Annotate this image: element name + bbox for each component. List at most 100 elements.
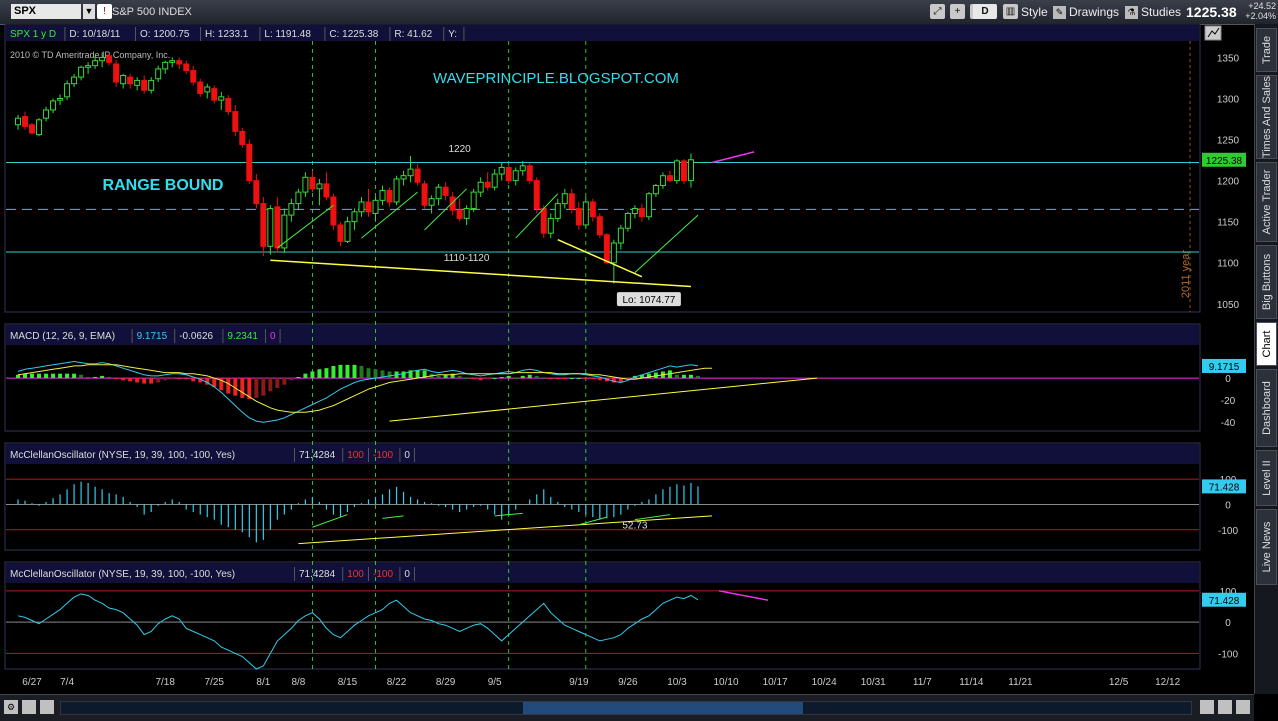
header-separator	[368, 448, 369, 462]
scroll-right-icon[interactable]	[40, 700, 54, 714]
candle-body	[15, 117, 21, 126]
macd-histogram-bar	[142, 378, 147, 384]
candle-body	[547, 217, 554, 234]
candle-body	[120, 74, 127, 85]
candle-body	[239, 130, 246, 145]
header-separator	[399, 448, 401, 462]
macd-header: MACD (12, 26, 9, EMA) 9.1715 -0.0626 9.2341…	[10, 329, 281, 343]
alert-icon[interactable]: !	[97, 4, 112, 19]
macd-histogram-bar	[177, 378, 182, 380]
style-button[interactable]: Style	[1021, 4, 1048, 20]
zoom-out-bottom-icon[interactable]	[1200, 700, 1214, 714]
macd-histogram-bar	[331, 365, 336, 379]
header-field-3: -100	[373, 450, 393, 461]
studies-button[interactable]: ⚗ Studies	[1125, 4, 1181, 20]
candle-body	[631, 208, 638, 214]
net-change: +24.52	[1248, 1, 1276, 11]
x-tick-label: 6/27	[22, 677, 42, 688]
candle-body	[225, 97, 232, 113]
macd-histogram-bar	[520, 375, 525, 379]
y-tick-label: -100	[1218, 526, 1238, 537]
zoom-in-bottom-icon[interactable]	[1218, 700, 1232, 714]
macd-histogram-bar	[275, 378, 280, 388]
side-tab-level-ii[interactable]: Level II	[1256, 450, 1277, 506]
settings-icon[interactable]: ⚙	[4, 700, 18, 714]
header-separator	[279, 329, 281, 343]
header-field-4: 0	[270, 331, 276, 342]
macd-histogram-bar	[65, 373, 70, 379]
header-field-1: 9.1715	[137, 331, 168, 342]
header-separator	[259, 27, 261, 41]
chart-type-icon[interactable]: ▥	[1003, 4, 1018, 19]
candle-body	[330, 196, 337, 226]
macd-histogram-bar	[51, 373, 56, 379]
macd-histogram-bar	[513, 378, 518, 380]
side-tab-times-and-sales[interactable]: Times And Sales	[1256, 75, 1277, 159]
period-button[interactable]: D	[973, 4, 997, 19]
candle-body	[274, 206, 281, 249]
candle-body	[421, 183, 428, 206]
style-label: Style	[1021, 5, 1048, 19]
candle-body	[624, 212, 631, 229]
low-label: Lo: 1074.77	[622, 295, 675, 306]
x-tick-label: 10/24	[812, 677, 837, 688]
macd-histogram-bar	[170, 378, 175, 380]
zoom-in-icon[interactable]: +	[950, 4, 965, 19]
side-tab-trade[interactable]: Trade	[1256, 28, 1277, 72]
macd-histogram-bar	[674, 374, 679, 379]
candle-body	[414, 168, 421, 183]
macd-histogram-bar	[254, 378, 259, 398]
y-tick-label: 1250	[1217, 136, 1240, 147]
macd-histogram-bar	[261, 378, 266, 396]
symbol-dropdown-icon[interactable]: ▼	[83, 4, 95, 19]
candle-body	[372, 199, 379, 214]
candle-body	[288, 203, 295, 216]
header-field-1: 71.4284	[299, 450, 336, 461]
candle-body	[540, 208, 547, 234]
symbol-input[interactable]: SPX	[11, 4, 81, 19]
macd-histogram-bar	[548, 378, 553, 380]
header-field-0: MACD (12, 26, 9, EMA)	[10, 331, 115, 342]
chart-area[interactable]: SPX 1 y D D: 10/18/11 O: 1200.75 H: 1233.1 L…	[0, 24, 1254, 694]
header-separator	[399, 567, 401, 581]
drawings-button[interactable]: ✎ Drawings	[1053, 4, 1119, 20]
header-separator	[265, 329, 266, 343]
header-separator	[222, 329, 224, 343]
candle-body	[253, 180, 260, 205]
candle-body	[85, 65, 92, 68]
side-tab-label: Times And Sales	[1260, 75, 1273, 159]
side-tab-chart[interactable]: Chart	[1256, 322, 1277, 366]
y-tick-label: 1350	[1217, 53, 1240, 64]
candle-body	[407, 168, 414, 177]
price-header: SPX 1 y D D: 10/18/11 O: 1200.75 H: 1233.1 L…	[10, 27, 465, 41]
candle-body	[645, 193, 652, 218]
side-tab-live-news[interactable]: Live News	[1256, 509, 1277, 585]
scroll-left-icon[interactable]	[22, 700, 36, 714]
side-tab-active-trader[interactable]: Active Trader	[1256, 162, 1277, 242]
watermark-text: WAVEPRINCIPLE.BLOGSPOT.COM	[433, 70, 679, 87]
candle-body	[358, 201, 365, 213]
side-tab-big-buttons[interactable]: Big Buttons	[1256, 245, 1277, 319]
header-separator	[324, 27, 326, 41]
candle-body	[526, 165, 533, 182]
y-tick-label: -40	[1221, 418, 1236, 429]
x-axis: 6/27 7/4 7/18 7/25 8/1 8/8 8/15 8/22 8/29 9/5 9/19…	[22, 677, 1180, 688]
macd-histogram-bar	[464, 378, 469, 380]
macd-histogram-bar	[688, 374, 693, 379]
zoom-fit-icon[interactable]: ⤢	[930, 4, 945, 19]
bottom-scrollbar[interactable]: ⚙	[0, 694, 1254, 721]
macd-histogram-bar	[240, 378, 245, 398]
mcclellan-line-header: McClellanOscillator (NYSE, 19, 39, 100, …	[10, 567, 415, 581]
candle-body	[211, 88, 218, 101]
side-tab-dashboard[interactable]: Dashboard	[1256, 369, 1277, 447]
expand-icon[interactable]	[1236, 700, 1250, 714]
candle-body	[652, 185, 659, 195]
x-tick-label: 7/18	[155, 677, 175, 688]
candle-body	[687, 159, 694, 182]
x-tick-label: 11/14	[959, 677, 984, 688]
macd-histogram-bar	[317, 369, 322, 379]
scroll-track[interactable]	[60, 701, 1192, 715]
last-value-label: 9.1715	[1209, 362, 1240, 373]
candle-body	[176, 60, 183, 65]
scroll-thumb[interactable]	[523, 702, 803, 714]
